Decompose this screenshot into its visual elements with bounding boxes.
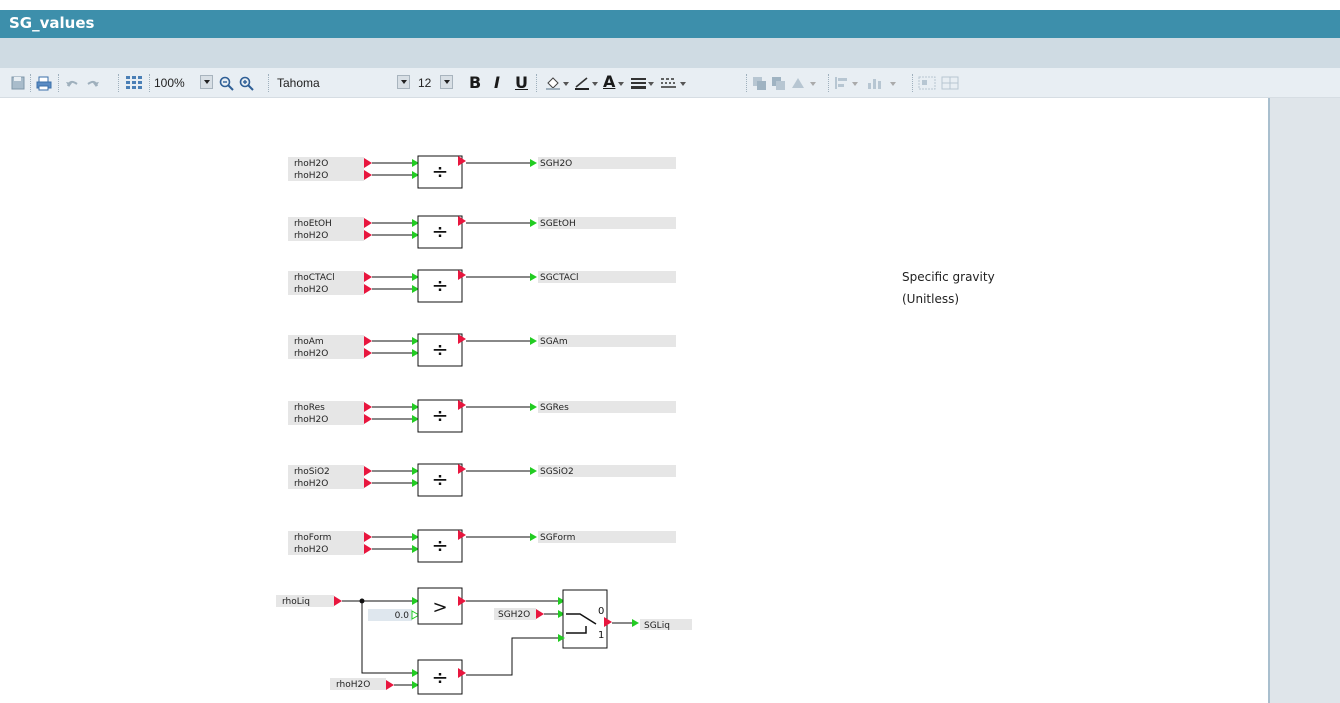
output-label: SGForm: [540, 533, 575, 543]
output-port-icon: [604, 617, 612, 627]
input-label: rhoH2O: [294, 349, 328, 359]
input-label: rhoLiq: [282, 597, 310, 607]
save-icon[interactable]: [10, 74, 26, 92]
output-port-icon: [364, 466, 372, 476]
divide-operator: ÷: [432, 403, 449, 427]
output-port-icon: [364, 532, 372, 542]
output-port-icon: [364, 402, 372, 412]
output-port-icon: [364, 414, 372, 424]
input-port-icon: [530, 403, 537, 411]
input-label: rhoH2O: [294, 231, 328, 241]
output-port-icon: [364, 478, 372, 488]
arrange-icons[interactable]: [752, 74, 822, 92]
output-label: SGH2O: [540, 159, 572, 169]
output-label: SGRes: [540, 403, 569, 413]
output-label: SGCTACl: [540, 273, 579, 283]
align-icons[interactable]: [834, 74, 908, 92]
underline-button[interactable]: U: [515, 73, 528, 92]
output-label: SGEtOH: [540, 219, 576, 229]
input-label: rhoSiO2: [294, 467, 330, 477]
input-label: rhoH2O: [336, 680, 370, 690]
font-dropdown-icon[interactable]: [397, 75, 410, 89]
input-label: rhoEtOH: [294, 219, 332, 229]
input-label: rhoH2O: [294, 159, 328, 169]
divide-operator: ÷: [432, 219, 449, 243]
constant-value: 0.0: [395, 611, 410, 621]
font-color-dropdown-icon[interactable]: [616, 74, 626, 92]
line-style-icon[interactable]: [660, 74, 688, 92]
wire: [466, 637, 558, 676]
output-port-icon: [334, 596, 342, 606]
output-label: SGLiq: [644, 621, 670, 631]
divide-operator: ÷: [432, 337, 449, 361]
output-port-icon: [364, 170, 372, 180]
line-color-icon[interactable]: [574, 74, 600, 92]
input-port-icon: [530, 533, 537, 541]
switch-label-0: 0: [598, 606, 604, 617]
font-size-select[interactable]: 12: [418, 76, 431, 90]
font-size-dropdown-icon[interactable]: [440, 75, 453, 89]
output-port-icon: [364, 218, 372, 228]
title-bar: SG_values: [0, 10, 1340, 38]
input-label: rhoH2O: [294, 545, 328, 555]
print-icon[interactable]: [35, 74, 53, 92]
compare-operator: >: [432, 597, 447, 618]
zoom-level[interactable]: 100%: [154, 76, 185, 90]
divide-operator: ÷: [432, 533, 449, 557]
output-label: SGAm: [540, 337, 568, 347]
input-port-icon: [530, 337, 537, 345]
output-port-icon: [364, 230, 372, 240]
font-family-select[interactable]: Tahoma: [277, 76, 320, 90]
line-width-icon[interactable]: [630, 74, 656, 92]
output-port-icon: [536, 609, 544, 619]
fill-color-icon[interactable]: [545, 74, 571, 92]
input-label: rhoH2O: [294, 171, 328, 181]
input-port-icon: [530, 219, 537, 227]
output-port-icon: [364, 158, 372, 168]
input-label: rhoCTACl: [294, 273, 335, 283]
divide-operator: ÷: [432, 665, 449, 689]
output-port-icon: [364, 348, 372, 358]
input-port-icon: [530, 273, 537, 281]
output-port-icon: [364, 544, 372, 554]
block-diagram: rhoH2O rhoH2O ÷ SGH2O rhoEtOH rhoH2O ÷ SGEtOH rh…: [276, 155, 692, 695]
output-port-icon: [364, 336, 372, 346]
input-port-icon: [632, 619, 639, 627]
redo-icon[interactable]: [84, 74, 102, 92]
output-label: SGSiO2: [540, 467, 574, 477]
divide-operator: ÷: [432, 159, 449, 183]
input-port-icon: [530, 467, 537, 475]
note-line-1: Specific gravity: [902, 270, 995, 284]
input-label: rhoH2O: [294, 479, 328, 489]
grid-icon[interactable]: [124, 74, 144, 92]
input-label: SGH2O: [498, 610, 530, 620]
input-port-icon: [530, 159, 537, 167]
zoom-in-icon[interactable]: [238, 74, 254, 92]
font-color-icon[interactable]: A: [603, 72, 615, 91]
switch-label-1: 1: [598, 630, 604, 641]
window-title: SG_values: [9, 14, 95, 32]
divide-operator: ÷: [432, 273, 449, 297]
output-port-icon: [386, 680, 394, 690]
input-label: rhoRes: [294, 403, 325, 413]
input-label: rhoForm: [294, 533, 331, 543]
note-line-2: (Unitless): [902, 292, 960, 306]
italic-button[interactable]: I: [494, 73, 500, 92]
zoom-dropdown-icon[interactable]: [200, 75, 213, 89]
input-label: rhoH2O: [294, 415, 328, 425]
right-panel: [1268, 98, 1340, 703]
output-port-icon: [364, 272, 372, 282]
undo-icon[interactable]: [63, 74, 81, 92]
input-label: rhoH2O: [294, 285, 328, 295]
diagram-canvas[interactable]: rhoH2O rhoH2O ÷ SGH2O rhoEtOH rhoH2O ÷ SGEtOH rh…: [0, 98, 1268, 703]
input-label: rhoAm: [294, 337, 324, 347]
zoom-out-icon[interactable]: [218, 74, 234, 92]
bold-button[interactable]: B: [469, 73, 481, 92]
output-port-icon: [364, 284, 372, 294]
divide-operator: ÷: [432, 467, 449, 491]
menu-strip: [0, 38, 1340, 68]
group-icons[interactable]: [918, 74, 964, 92]
